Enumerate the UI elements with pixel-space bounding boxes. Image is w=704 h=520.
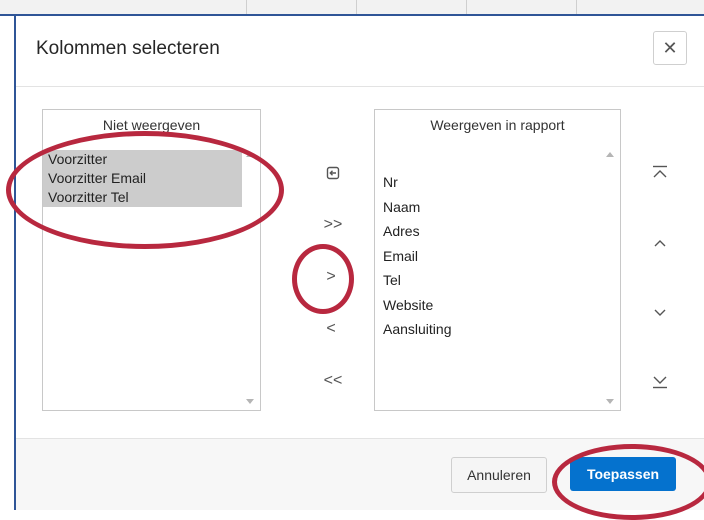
move-up-icon	[654, 240, 666, 247]
header-divider	[16, 86, 704, 87]
apply-button[interactable]: Toepassen	[570, 457, 676, 491]
shown-columns-list[interactable]: Weergeven in rapport Nr Naam Adres Email…	[374, 109, 621, 411]
hidden-columns-items: Voorzitter Voorzitter Email Voorzitter T…	[43, 150, 258, 207]
cancel-button[interactable]: Annuleren	[451, 457, 547, 493]
scroll-down-icon[interactable]	[606, 399, 614, 404]
shown-columns-header: Weergeven in rapport	[430, 117, 565, 133]
move-bottom-button[interactable]	[645, 366, 675, 396]
remove-all-icon: <<	[323, 372, 343, 389]
move-down-button[interactable]	[645, 298, 675, 328]
move-icon: >	[326, 268, 336, 285]
scroll-up-icon[interactable]	[606, 152, 614, 157]
column-separator	[466, 0, 467, 14]
move-button[interactable]: >	[316, 262, 346, 292]
list-item[interactable]: Nr	[382, 170, 452, 195]
column-separator	[356, 0, 357, 14]
move-up-button[interactable]	[645, 228, 675, 258]
scroll-down-icon[interactable]	[246, 399, 254, 404]
list-item[interactable]: Aansluiting	[382, 317, 452, 342]
list-item[interactable]: Tel	[382, 268, 452, 293]
list-item[interactable]: Naam	[382, 195, 452, 220]
list-item[interactable]: Voorzitter	[43, 150, 258, 169]
list-item[interactable]: Website	[382, 293, 452, 318]
list-item[interactable]: Adres	[382, 219, 452, 244]
move-bottom-icon	[653, 376, 667, 389]
move-top-icon	[653, 165, 667, 178]
remove-icon: <	[326, 320, 336, 337]
scroll-up-icon[interactable]	[246, 152, 254, 157]
scrollbar[interactable]	[242, 148, 260, 410]
dialog-title: Kolommen selecteren	[36, 38, 220, 59]
column-separator	[576, 0, 577, 14]
list-item[interactable]: Email	[382, 244, 452, 269]
list-item[interactable]: Voorzitter Tel	[43, 188, 258, 207]
list-item[interactable]: Voorzitter Email	[43, 169, 258, 188]
hidden-columns-header: Niet weergeven	[102, 117, 201, 133]
move-all-button[interactable]: >>	[318, 210, 348, 240]
close-button[interactable]: ✕	[653, 31, 687, 65]
close-icon: ✕	[662, 37, 678, 58]
reset-icon	[326, 166, 340, 180]
remove-button[interactable]: <	[316, 314, 346, 344]
reset-button[interactable]	[318, 158, 348, 188]
column-separator	[246, 0, 247, 14]
move-down-icon	[654, 309, 666, 316]
move-all-icon: >>	[323, 216, 343, 233]
scrollbar[interactable]	[602, 148, 620, 410]
shown-columns-items: Nr Naam Adres Email Tel Website Aansluit…	[382, 170, 452, 342]
hidden-columns-list[interactable]: Niet weergeven Voorzitter Voorzitter Ema…	[42, 109, 261, 411]
select-columns-dialog: Kolommen selecteren ✕ Niet weergeven Voo…	[14, 16, 704, 510]
move-top-button[interactable]	[645, 158, 675, 188]
background-window-strip	[0, 0, 704, 16]
remove-all-button[interactable]: <<	[318, 366, 348, 396]
